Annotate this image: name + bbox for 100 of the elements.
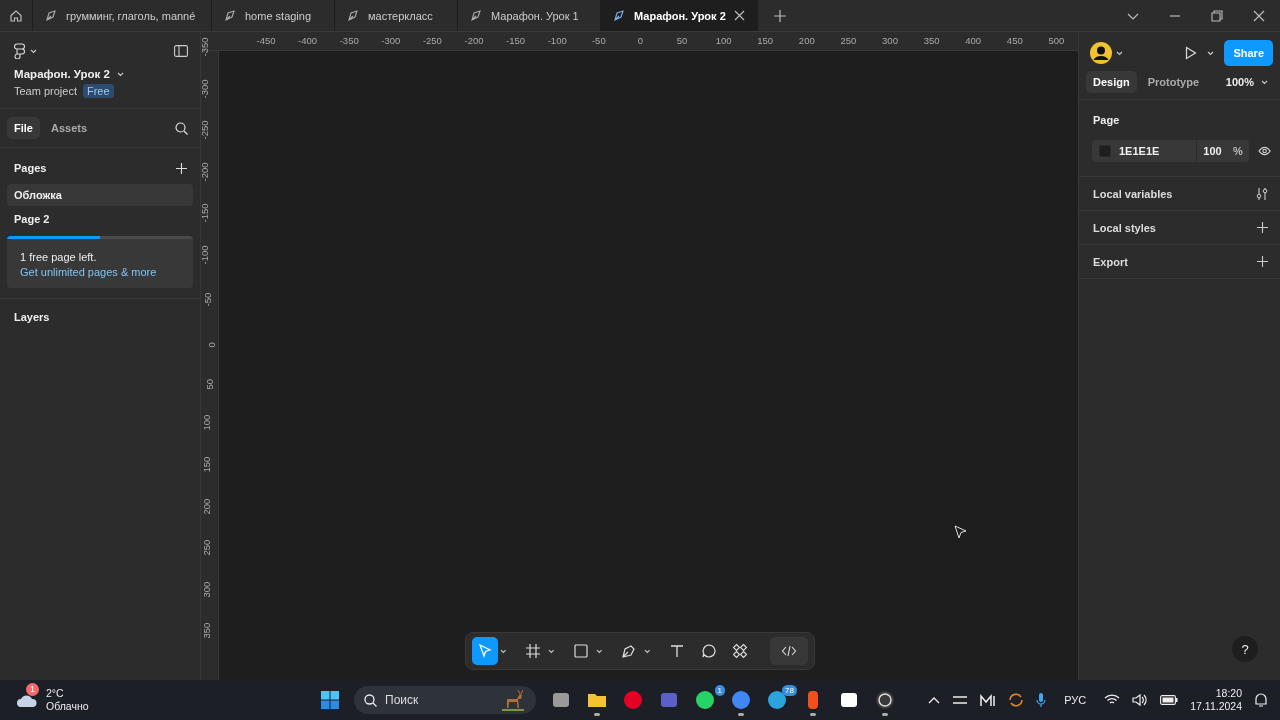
ruler-label: 350 xyxy=(923,35,940,46)
app-icon xyxy=(767,690,787,710)
ruler-label: 50 xyxy=(203,378,215,390)
app-icon xyxy=(731,690,751,710)
notification-icon[interactable] xyxy=(1254,692,1268,708)
volume-icon[interactable] xyxy=(1132,693,1149,707)
main-menu-button[interactable] xyxy=(14,43,37,59)
eye-icon[interactable] xyxy=(1257,146,1271,156)
help-button[interactable]: ? xyxy=(1232,636,1258,662)
zoom-dropdown[interactable]: 100% xyxy=(1225,76,1268,88)
page-item[interactable]: Page 2 xyxy=(7,208,193,230)
ruler-label: -150 xyxy=(506,35,526,46)
app-icon xyxy=(875,690,895,710)
sliders-icon[interactable] xyxy=(1256,186,1268,201)
caret-icon[interactable] xyxy=(644,648,652,654)
ruler-label: 50 xyxy=(676,35,688,46)
panel-tab[interactable]: Design xyxy=(1086,71,1137,93)
tray-app-icon[interactable] xyxy=(952,693,969,707)
search-icon[interactable] xyxy=(175,121,188,135)
panel-tab[interactable]: Assets xyxy=(43,117,95,139)
caret-icon[interactable] xyxy=(500,648,507,654)
app-icon xyxy=(551,690,571,710)
ruler-label: 350 xyxy=(201,623,213,639)
ruler-label: 100 xyxy=(715,35,732,46)
wifi-icon[interactable] xyxy=(1104,694,1121,706)
team-name: Team project xyxy=(14,85,77,97)
upgrade-link[interactable]: Get unlimited pages & more xyxy=(7,263,170,278)
document-tab[interactable]: мастеркласс xyxy=(335,0,458,31)
chevron-up-icon[interactable] xyxy=(928,696,941,704)
ruler-label: -300 xyxy=(381,35,401,46)
caret-icon[interactable] xyxy=(596,648,604,654)
section-heading: Export xyxy=(1093,255,1128,268)
page-item[interactable]: Обложка xyxy=(7,184,193,206)
ruler-label: -100 xyxy=(547,35,567,46)
caret-icon[interactable] xyxy=(1207,50,1215,56)
document-tab[interactable]: home staging xyxy=(212,0,335,31)
play-icon[interactable] xyxy=(1185,46,1198,60)
tool-button[interactable] xyxy=(770,637,808,665)
add-icon[interactable] xyxy=(1257,256,1268,267)
weather-text: Облачно xyxy=(46,700,89,713)
pen-icon xyxy=(470,9,483,22)
search-icon xyxy=(364,693,377,707)
language-indicator[interactable]: РУС xyxy=(1064,694,1087,706)
add-icon[interactable] xyxy=(1257,222,1268,233)
pen-icon xyxy=(224,9,237,22)
figma-logo-icon xyxy=(14,43,26,59)
comment-icon xyxy=(700,643,717,659)
document-tab[interactable]: грумминг, глаголь, manné xyxy=(33,0,212,31)
clock-date: 17.11.2024 xyxy=(1190,700,1242,713)
ruler-label: 300 xyxy=(882,35,898,46)
panel-tab[interactable]: File xyxy=(7,117,40,139)
ruler-label: 300 xyxy=(201,581,213,598)
tray-app-icon[interactable] xyxy=(980,693,997,707)
search-field[interactable]: Поиск xyxy=(354,686,536,714)
microphone-icon[interactable] xyxy=(1036,692,1047,708)
upsell-text: 1 free page left. xyxy=(19,250,98,263)
plan-badge: Free xyxy=(83,84,114,98)
battery-icon[interactable] xyxy=(1160,695,1179,705)
panel-tab[interactable]: Prototype xyxy=(1140,71,1207,93)
tool-button[interactable] xyxy=(472,637,499,665)
ruler-label: 450 xyxy=(1006,35,1023,46)
ruler-label: -350 xyxy=(199,37,211,57)
ruler-label: 200 xyxy=(201,498,213,515)
pen-icon xyxy=(45,9,58,22)
opacity-field[interactable]: 100 % xyxy=(1197,140,1249,162)
notification-badge: 1 xyxy=(714,685,725,696)
code-icon xyxy=(781,643,798,659)
frame-icon xyxy=(525,643,542,659)
ruler-label: -250 xyxy=(422,35,442,46)
close-icon[interactable] xyxy=(1253,9,1265,22)
ruler-label: 0 xyxy=(206,342,218,348)
section-heading: Local styles xyxy=(1093,221,1156,234)
add-icon[interactable] xyxy=(176,162,187,174)
ruler-label: 250 xyxy=(201,539,213,556)
color-field[interactable]: 1E1E1E xyxy=(1092,140,1197,162)
notification-badge: 1 xyxy=(26,683,39,696)
cloud-icon[interactable] xyxy=(16,692,38,708)
ruler-label: 200 xyxy=(798,35,815,46)
caret-icon[interactable] xyxy=(548,648,556,654)
ruler-label: -200 xyxy=(199,162,211,182)
avatar-button[interactable] xyxy=(1090,42,1123,64)
start-icon[interactable] xyxy=(320,690,340,710)
file-title[interactable]: Марафон. Урок 2 xyxy=(14,68,124,80)
restore-icon[interactable] xyxy=(1211,9,1223,22)
close-icon[interactable] xyxy=(734,10,745,21)
sidebar-toggle-icon[interactable] xyxy=(174,45,188,57)
ruler-label: -100 xyxy=(199,245,211,265)
ruler-label: 100 xyxy=(201,415,213,431)
ruler-label: 150 xyxy=(201,456,213,473)
ruler-label: -150 xyxy=(199,203,211,223)
cursor-icon xyxy=(477,643,494,659)
ruler-label: -50 xyxy=(591,35,606,46)
new-tab-icon[interactable] xyxy=(774,9,786,22)
pen-icon xyxy=(347,9,360,22)
ruler-label: -400 xyxy=(298,35,318,46)
home-icon xyxy=(9,8,23,23)
document-tab[interactable]: Марафон. Урок 2 xyxy=(601,0,758,31)
rectangle-icon xyxy=(573,643,590,659)
app-icon xyxy=(695,690,715,710)
sync-icon[interactable] xyxy=(1008,692,1025,708)
